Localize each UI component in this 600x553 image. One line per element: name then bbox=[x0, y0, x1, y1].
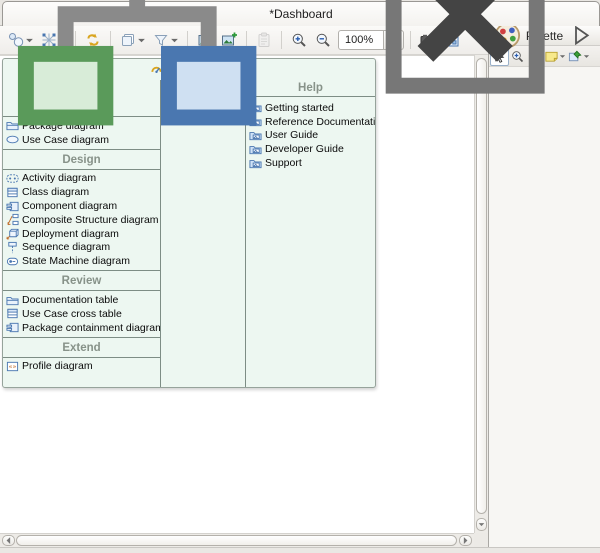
dashboard-item[interactable]: Package containment diagram bbox=[3, 321, 160, 335]
item-label: Class diagram bbox=[22, 186, 89, 198]
item-label: Package containment diagram bbox=[22, 322, 160, 334]
dashboard-item[interactable]: State Machine diagram bbox=[3, 254, 160, 268]
item-label: User Guide bbox=[265, 129, 318, 141]
item-label: Component diagram bbox=[22, 200, 117, 212]
dashboard-tab-icon bbox=[10, 0, 264, 141]
horizontal-scrollbar-thumb[interactable] bbox=[16, 535, 457, 546]
section-header: Review bbox=[3, 271, 160, 291]
folder-icon bbox=[6, 294, 19, 307]
dashboard-item[interactable]: Sequence diagram bbox=[3, 241, 160, 255]
dashboard-item[interactable]: Documentation table bbox=[3, 293, 160, 307]
dashboard-item[interactable]: Developer Guide bbox=[246, 142, 375, 156]
dashboard-item[interactable]: Component diagram bbox=[3, 199, 160, 213]
window-bottom-edge bbox=[0, 547, 600, 553]
svg-text:«»: «» bbox=[9, 363, 17, 371]
item-label: Support bbox=[265, 157, 302, 169]
dashboard-item[interactable]: Class diagram bbox=[3, 185, 160, 199]
toolbar-separator bbox=[281, 31, 282, 49]
item-label: Getting started bbox=[265, 102, 334, 114]
dashboard-item[interactable]: Deployment diagram bbox=[3, 227, 160, 241]
item-label: Documentation table bbox=[22, 294, 118, 306]
tab-close-icon[interactable] bbox=[338, 0, 592, 141]
zoom-in-button[interactable] bbox=[288, 29, 310, 51]
composite-icon bbox=[6, 213, 19, 226]
component-icon bbox=[6, 321, 19, 334]
section-header: Design bbox=[3, 150, 160, 170]
dashboard-item[interactable]: Composite Structure diagram bbox=[3, 213, 160, 227]
item-label: Developer Guide bbox=[265, 143, 344, 155]
dashboard-item[interactable]: Use Case cross table bbox=[3, 307, 160, 321]
item-label: Activity diagram bbox=[22, 172, 96, 184]
item-label: Deployment diagram bbox=[22, 228, 119, 240]
papyrus-editor-window: *Dashboard 100% Dashboard Create Capture… bbox=[0, 0, 600, 553]
horizontal-scrollbar[interactable] bbox=[0, 533, 474, 547]
profile-icon: «» bbox=[6, 360, 19, 373]
help-folder-icon bbox=[249, 157, 262, 170]
scroll-right-button[interactable] bbox=[459, 535, 472, 546]
zoom-in-icon bbox=[290, 31, 308, 49]
help-folder-icon bbox=[249, 143, 262, 156]
section-items: Activity diagram Class diagram Component d… bbox=[3, 170, 160, 272]
statemachine-icon bbox=[6, 255, 19, 268]
section-items: «» Profile diagram bbox=[3, 358, 160, 376]
item-label: Profile diagram bbox=[22, 360, 93, 372]
zoom-out-button[interactable] bbox=[312, 29, 334, 51]
dashboard-item[interactable]: Support bbox=[246, 156, 375, 170]
dashboard-item[interactable]: «» Profile diagram bbox=[3, 360, 160, 374]
item-label: Use Case cross table bbox=[22, 308, 122, 320]
section-header: Extend bbox=[3, 338, 160, 358]
tab-dashboard[interactable]: *Dashboard bbox=[2, 1, 600, 26]
deployment-icon bbox=[6, 227, 19, 240]
scroll-left-button[interactable] bbox=[2, 535, 15, 546]
scroll-down-button[interactable] bbox=[476, 518, 487, 531]
editor-tab-bar: *Dashboard bbox=[0, 0, 600, 26]
class-icon bbox=[6, 307, 19, 320]
dashboard-item[interactable]: Activity diagram bbox=[3, 172, 160, 186]
item-label: State Machine diagram bbox=[22, 255, 130, 267]
activity-icon bbox=[6, 172, 19, 185]
component-icon bbox=[6, 200, 19, 213]
item-label: Sequence diagram bbox=[22, 241, 110, 253]
tab-title: *Dashboard bbox=[269, 7, 332, 21]
zoom-out-icon bbox=[314, 31, 332, 49]
class-icon bbox=[6, 186, 19, 199]
sequence-icon bbox=[6, 241, 19, 254]
item-label: Composite Structure diagram bbox=[22, 214, 159, 226]
section-items: Documentation table Use Case cross table P… bbox=[3, 291, 160, 337]
